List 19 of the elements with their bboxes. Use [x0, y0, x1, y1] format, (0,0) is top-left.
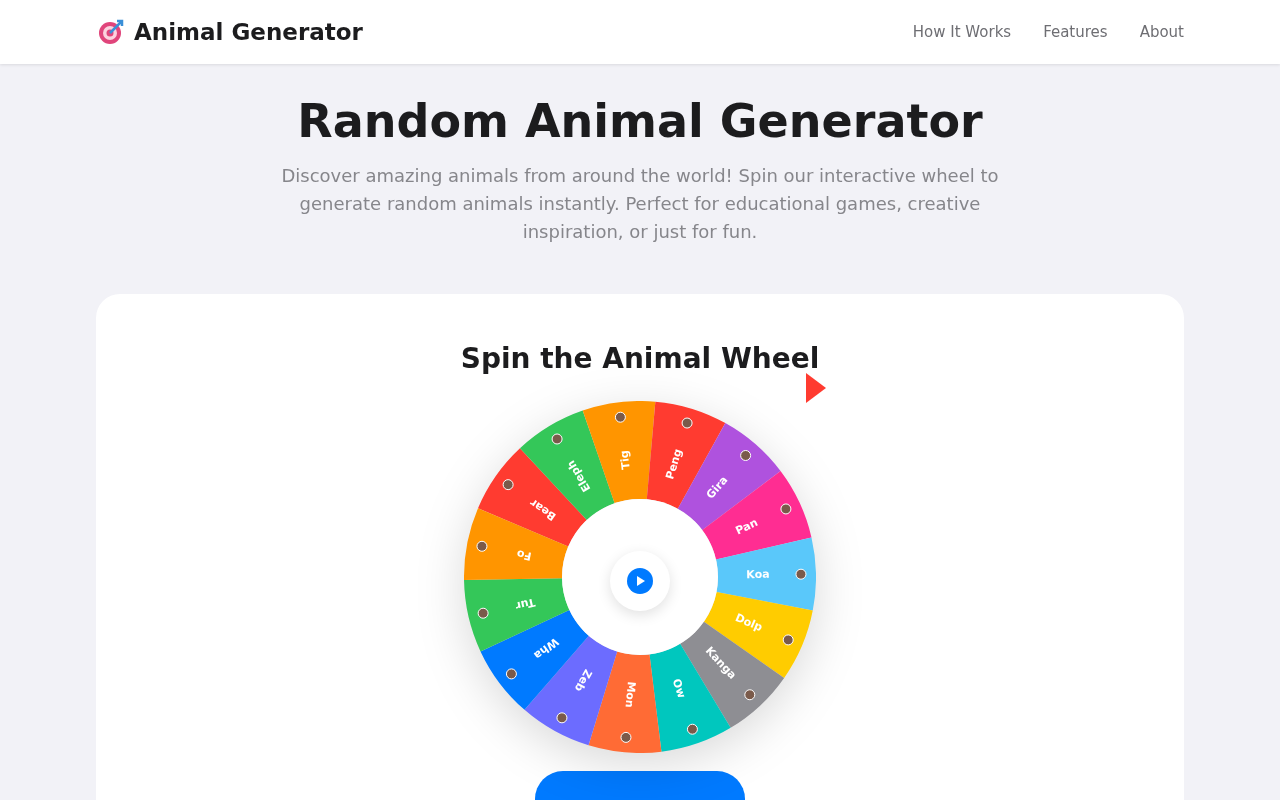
- nav-link[interactable]: How It Works: [912, 23, 1012, 41]
- segment-label: Tig: [617, 449, 633, 471]
- pointer-icon: [806, 373, 828, 403]
- segment-label: Fo: [515, 547, 533, 563]
- segment-label: Ow: [669, 677, 689, 700]
- segment-label: Zeb: [571, 667, 595, 694]
- target-icon: [98, 19, 124, 45]
- segment-label: Tur: [514, 595, 537, 613]
- play-icon: [627, 568, 653, 594]
- nav-link[interactable]: About: [1139, 23, 1184, 41]
- segment-label: Mon: [622, 680, 638, 709]
- nav-link[interactable]: Features: [1043, 23, 1108, 41]
- page-title: Random Animal Generator: [297, 94, 983, 148]
- page-subtitle: Discover amazing animals from around the world! Spin our interactive wheel to generate random animals instantly. Perfect for educational games, creative inspiration, or just for fun.: [280, 164, 1000, 244]
- card-title: Spin the Animal Wheel: [460, 342, 820, 375]
- segment-label: Koa: [746, 567, 770, 582]
- brand-name: Animal Generator: [134, 19, 363, 45]
- segment-label: Pan: [733, 515, 760, 538]
- segment-label: Peng: [663, 447, 685, 481]
